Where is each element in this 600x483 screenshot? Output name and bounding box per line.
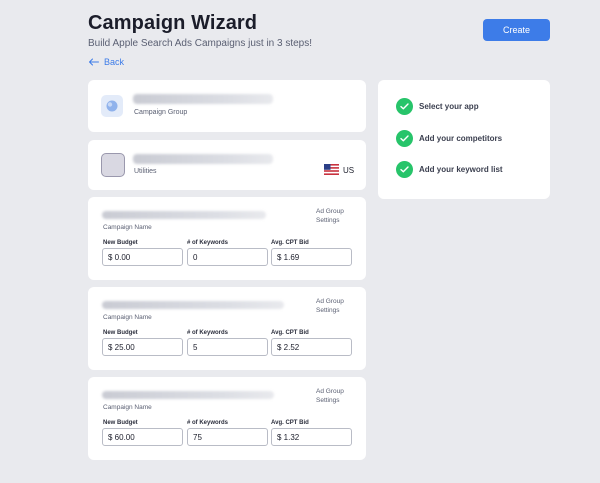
- create-button[interactable]: Create: [483, 19, 550, 41]
- page-title: Campaign Wizard: [88, 12, 258, 34]
- step-label: Select your app: [419, 102, 479, 111]
- step-select-app: Select your app: [396, 98, 479, 115]
- cpt-bid-label: Avg. CPT Bid: [271, 420, 309, 426]
- app-card[interactable]: Utilities US: [88, 140, 366, 190]
- app-category: Utilities: [134, 168, 157, 175]
- back-label: Back: [104, 57, 125, 67]
- campaign-card: Campaign Name Ad Group Settings New Budg…: [88, 377, 366, 460]
- cpt-bid-input[interactable]: [271, 338, 352, 356]
- ad-group-settings-link[interactable]: Ad Group Settings: [316, 297, 350, 315]
- step-add-competitors: Add your competitors: [396, 130, 502, 147]
- campaign-group-label: Campaign Group: [134, 109, 188, 116]
- new-budget-input[interactable]: [102, 428, 183, 446]
- cpt-bid-label: Avg. CPT Bid: [271, 240, 309, 246]
- campaign-name-label: Campaign Name: [103, 314, 152, 321]
- ad-group-settings-link[interactable]: Ad Group Settings: [316, 207, 350, 225]
- check-icon: [396, 98, 413, 115]
- keywords-input[interactable]: [187, 338, 268, 356]
- arrow-left-icon: [89, 58, 99, 66]
- page-subtitle: Build Apple Search Ads Campaigns just in…: [88, 38, 313, 49]
- campaign-name-redacted: [102, 211, 266, 219]
- keywords-input[interactable]: [187, 428, 268, 446]
- check-icon: [396, 130, 413, 147]
- campaign-group-name-redacted: [133, 94, 273, 104]
- ad-group-settings-link[interactable]: Ad Group Settings: [316, 387, 350, 405]
- country-code: US: [343, 166, 355, 175]
- new-budget-input[interactable]: [102, 248, 183, 266]
- step-label: Add your competitors: [419, 134, 503, 143]
- campaign-group-card[interactable]: Campaign Group: [88, 80, 366, 132]
- back-link[interactable]: Back: [88, 57, 124, 67]
- new-budget-label: New Budget: [103, 240, 138, 246]
- cpt-bid-input[interactable]: [271, 428, 352, 446]
- campaign-group-icon: [101, 95, 123, 117]
- new-budget-label: New Budget: [103, 330, 138, 336]
- steps-card: Select your app Add your competitors Add…: [378, 80, 550, 199]
- campaign-name-label: Campaign Name: [103, 224, 152, 231]
- step-add-keyword-list: Add your keyword list: [396, 161, 503, 178]
- new-budget-label: New Budget: [103, 420, 138, 426]
- app-name-redacted: [133, 154, 273, 164]
- campaign-name-label: Campaign Name: [103, 404, 152, 411]
- keywords-input[interactable]: [187, 248, 268, 266]
- keywords-label: # of Keywords: [187, 330, 229, 336]
- cpt-bid-input[interactable]: [271, 248, 352, 266]
- new-budget-input[interactable]: [102, 338, 183, 356]
- campaign-card: Campaign Name Ad Group Settings New Budg…: [88, 197, 366, 280]
- campaign-name-redacted: [102, 391, 274, 399]
- campaign-name-redacted: [102, 301, 284, 309]
- check-icon: [396, 161, 413, 178]
- keywords-label: # of Keywords: [187, 420, 229, 426]
- keywords-label: # of Keywords: [187, 240, 229, 246]
- us-flag-icon: [324, 164, 339, 175]
- campaign-card: Campaign Name Ad Group Settings New Budg…: [88, 287, 366, 370]
- step-label: Add your keyword list: [419, 165, 503, 174]
- app-icon: [101, 153, 125, 177]
- cpt-bid-label: Avg. CPT Bid: [271, 330, 309, 336]
